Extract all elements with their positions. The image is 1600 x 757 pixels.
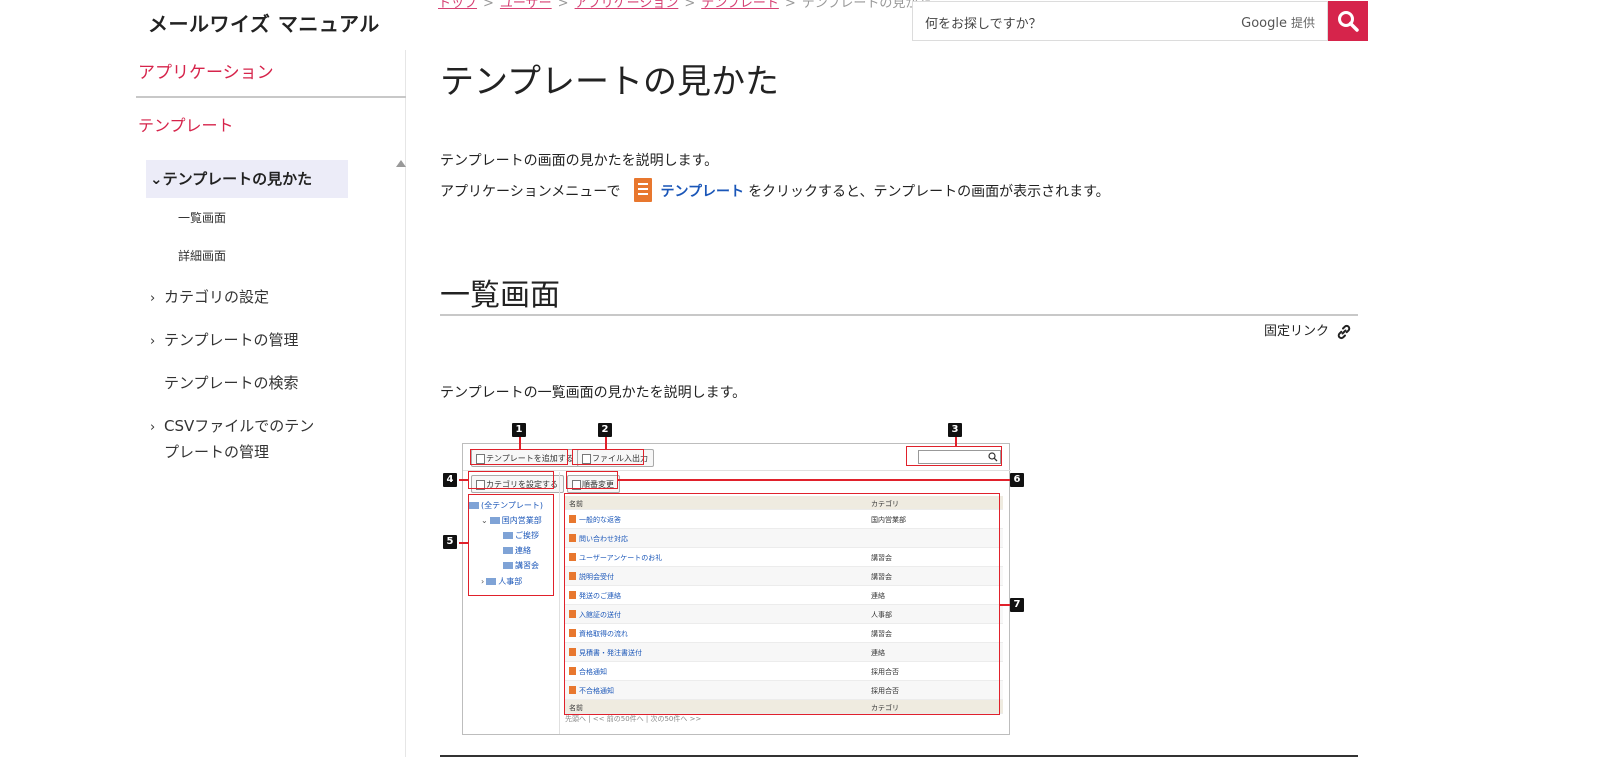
callout-line-4 — [459, 479, 468, 481]
google-brand-name: Google — [1241, 16, 1287, 31]
breadcrumb-link-top[interactable]: トップ — [438, 0, 477, 11]
callout-line-1 — [519, 437, 521, 449]
sidebar-item-label: テンプレートの管理 — [164, 331, 299, 349]
sidebar-item-label: CSVファイルでのテン — [164, 417, 315, 435]
search-icon — [1338, 11, 1359, 32]
breadcrumb-link-template[interactable]: テンプレート — [701, 0, 779, 11]
callout-line-2 — [605, 437, 607, 449]
chevron-right-icon: › — [150, 420, 156, 435]
callout-line-3 — [955, 437, 957, 446]
callout-line-5 — [459, 542, 468, 544]
screenshot-pager: 先頭へ | << 前の50件へ | 次の50件へ >> — [565, 715, 702, 723]
search-placeholder: 何をお探しですか？ — [925, 17, 1042, 32]
sidebar-subitem-list-screen[interactable]: 一覧画面 — [178, 209, 226, 226]
sidebar-item-label: テンプレートの検索 — [164, 374, 299, 392]
sidebar-link-template[interactable]: テンプレート — [138, 112, 234, 136]
sidebar-item-template-view[interactable]: ⌄テンプレートの見かた — [150, 168, 312, 189]
sidebar-subitem-detail-screen[interactable]: 詳細画面 — [178, 247, 226, 264]
callout-badge-6: 6 — [1010, 473, 1024, 487]
breadcrumb-link-application[interactable]: アプリケーション — [575, 0, 679, 11]
link-icon — [1337, 324, 1351, 339]
callout-badge-4: 4 — [443, 473, 457, 487]
search-input[interactable]: 何をお探しですか？ Google 提供 — [912, 1, 1328, 41]
callout-line-7 — [1000, 604, 1010, 606]
breadcrumb-separator: > — [557, 0, 569, 11]
site-title[interactable]: メールワイズ マニュアル — [148, 8, 380, 37]
chevron-down-icon: ⌄ — [150, 170, 163, 188]
callout-box-5 — [468, 494, 554, 596]
sidebar-item-label: テンプレートの見かた — [162, 170, 313, 188]
sidebar-item-template-search[interactable]: テンプレートの検索 — [150, 372, 299, 393]
intro-prefix: アプリケーションメニューで — [440, 184, 621, 200]
section-description: テンプレートの一覧画面の見かたを説明します。 — [440, 385, 747, 401]
intro-suffix: をクリックすると、テンプレートの画面が表示されます。 — [748, 184, 1110, 200]
scroll-up-arrow-icon[interactable] — [396, 160, 406, 167]
callout-box-1 — [470, 449, 568, 465]
sidebar-item-label: カテゴリの設定 — [164, 288, 270, 306]
chevron-right-icon: › — [150, 334, 156, 349]
template-app-icon — [634, 178, 653, 202]
section-divider — [440, 314, 1358, 316]
callout-badge-5: 5 — [443, 535, 457, 549]
callout-line-6 — [618, 479, 1010, 481]
search-button[interactable] — [1328, 1, 1368, 41]
permalink-label: 固定リンク — [1264, 324, 1330, 339]
callout-badge-1: 1 — [512, 423, 526, 437]
intro-text: テンプレートの画面の見かたを説明します。 — [440, 153, 719, 169]
callout-badge-2: 2 — [598, 423, 612, 437]
template-link[interactable]: テンプレート — [660, 184, 744, 200]
breadcrumb: トップ > ユーザー > アプリケーション > テンプレート > テンプレートの見かた — [438, 0, 931, 11]
google-brand-suffix: 提供 — [1290, 16, 1315, 30]
breadcrumb-link-user[interactable]: ユーザー — [500, 0, 552, 11]
page-title: テンプレートの見かた — [440, 62, 779, 102]
sidebar-item-template-management[interactable]: › テンプレートの管理 — [150, 329, 299, 350]
sidebar-item-label: プレートの管理 — [164, 443, 270, 461]
intro-instruction: アプリケーションメニューで テンプレート をクリックすると、テンプレートの画面が表示… — [440, 178, 1110, 204]
sidebar-item-csv-management[interactable]: › CSVファイルでのテン プレートの管理 — [150, 414, 314, 464]
google-branding: Google 提供 — [1241, 14, 1315, 31]
sidebar-item-category-settings[interactable]: › カテゴリの設定 — [150, 286, 269, 307]
callout-box-2 — [572, 449, 644, 465]
callout-box-6 — [566, 471, 618, 489]
breadcrumb-separator: > — [784, 0, 796, 11]
sidebar-divider — [136, 96, 406, 98]
section-title: 一覧画面 — [440, 278, 560, 313]
sidebar-link-application[interactable]: アプリケーション — [138, 58, 274, 83]
sidebar: アプリケーション テンプレート — [136, 50, 406, 757]
callout-box-7 — [564, 493, 1000, 715]
callout-badge-3: 3 — [948, 423, 962, 437]
permalink[interactable]: 固定リンク — [1264, 320, 1352, 340]
callout-badge-7: 7 — [1010, 598, 1024, 612]
screenshot-pane-divider — [559, 472, 560, 734]
breadcrumb-separator: > — [483, 0, 494, 11]
callout-box-4 — [468, 471, 554, 489]
chevron-right-icon: › — [150, 291, 156, 306]
callout-box-3 — [906, 446, 1002, 466]
breadcrumb-separator: > — [684, 0, 696, 11]
